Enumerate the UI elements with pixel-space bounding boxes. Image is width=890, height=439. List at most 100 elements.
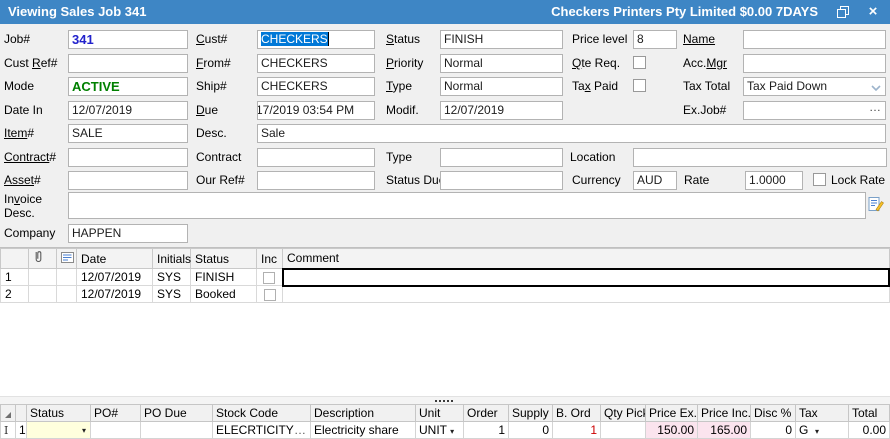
account-summary: Checkers Printers Pty Limited $0.00 7DAY… [551,4,818,19]
cust-field[interactable]: CHECKERS [257,30,375,49]
item-po-due[interactable] [141,422,213,439]
company-field[interactable]: HAPPEN [68,224,188,243]
items-header-price-ex[interactable]: Price Ex. [646,405,698,422]
items-header-tax[interactable]: Tax [796,405,849,422]
note-comment[interactable] [283,286,890,303]
items-header-stock-code[interactable]: Stock Code [213,405,311,422]
items-grid: Status PO# PO Due Stock Code Description… [0,404,890,439]
location-field[interactable] [633,148,887,167]
item-unit-dropdown[interactable]: UNIT ▾ [416,422,464,439]
item-stock-code[interactable]: …ELECRTICITY [213,422,311,439]
item-tax-dropdown[interactable]: G ▾ [796,422,849,439]
items-header-b-ord[interactable]: B. Ord [553,405,601,422]
lock-rate-label: Lock Rate [831,173,885,187]
item-status-dropdown[interactable]: ▾ [27,422,91,439]
items-header-total[interactable]: Total [849,405,890,422]
type2-field[interactable] [440,148,563,167]
qte-req-checkbox[interactable] [633,56,646,69]
status-due-field[interactable] [440,171,563,190]
item-field[interactable]: SALE [68,124,188,143]
price-level-field[interactable]: 8 [633,30,677,49]
asset-field[interactable] [68,171,188,190]
edit-note-button[interactable] [868,196,885,216]
notes-row[interactable]: 2 12/07/2019 SYS Booked [1,286,890,303]
contract-no-field[interactable] [68,148,188,167]
type-field[interactable]: Normal [440,77,563,96]
window-title: Viewing Sales Job 341 [8,4,147,19]
item-disc[interactable]: 0 [751,422,796,439]
notes-header-inc[interactable]: Inc [257,249,283,269]
notes-header-status[interactable]: Status [191,249,257,269]
select-all-cell[interactable] [1,405,16,422]
grid-splitter[interactable] [0,396,890,404]
ex-job-field[interactable]: … [743,101,886,120]
note-icon[interactable] [57,249,77,269]
ellipsis-icon[interactable]: … [869,101,882,116]
paperclip-icon[interactable] [29,249,57,269]
ship-field[interactable]: CHECKERS [257,77,375,96]
notes-header-comment[interactable]: Comment [283,249,890,269]
item-po[interactable] [91,422,141,439]
items-header-po[interactable]: PO# [91,405,141,422]
notes-header-date[interactable]: Date [77,249,153,269]
ex-job-label: Ex.Job# [683,103,726,117]
asset-label: Asset# [4,173,41,187]
items-header-po-due[interactable]: PO Due [141,405,213,422]
items-header-qty-pick[interactable]: Qty Pick [601,405,646,422]
items-header-disc[interactable]: Disc % [751,405,796,422]
close-button[interactable]: × [858,0,888,24]
status-label: Status [386,32,420,46]
items-header-price-inc[interactable]: Price Inc. [698,405,751,422]
note-status[interactable]: Booked [191,286,257,303]
cust-ref-field[interactable] [68,54,188,73]
status-due-label: Status Due [386,173,445,187]
item-price-ex[interactable]: 150.00 [646,422,698,439]
item-price-inc[interactable]: 165.00 [698,422,751,439]
note-status[interactable]: FINISH [191,269,257,286]
name-label: Name [683,32,715,46]
items-header-order[interactable]: Order [464,405,509,422]
name-field[interactable] [743,30,886,49]
item-supply[interactable]: 0 [509,422,553,439]
lock-rate-checkbox[interactable] [813,173,826,186]
note-initials[interactable]: SYS [153,286,191,303]
item-description[interactable]: Electricity share [311,422,416,439]
items-header-unit[interactable]: Unit [416,405,464,422]
item-total[interactable]: 0.00 [849,422,890,439]
item-order[interactable]: 1 [464,422,509,439]
acc-mgr-field[interactable] [743,54,886,73]
restore-button[interactable] [828,0,858,24]
note-initials[interactable]: SYS [153,269,191,286]
job-field[interactable]: 341 [68,30,188,49]
rate-field[interactable]: 1.0000 [745,171,803,190]
date-in-field[interactable]: 12/07/2019 [68,101,188,120]
items-header-description[interactable]: Description [311,405,416,422]
notes-header-initials[interactable]: Initials [153,249,191,269]
item-qty-pick[interactable] [601,422,646,439]
invoice-desc-field[interactable] [68,192,866,219]
due-field[interactable]: 17/2019 03:54 PM [257,101,375,120]
note-comment[interactable] [283,269,890,286]
items-header-supply[interactable]: Supply [509,405,553,422]
tax-paid-checkbox[interactable] [633,79,646,92]
priority-field[interactable]: Normal [440,54,563,73]
contract-field[interactable] [257,148,375,167]
desc-field[interactable]: Sale [257,124,886,143]
inc-checkbox[interactable] [264,289,276,301]
status-field[interactable]: FINISH [440,30,563,49]
item-row[interactable]: I 1 ▾ …ELECRTICITY Electricity share UNI… [1,422,890,439]
from-field[interactable]: CHECKERS [257,54,375,73]
item-b-ord[interactable]: 1 [553,422,601,439]
sales-job-window: Viewing Sales Job 341 Checkers Printers … [0,0,890,439]
tax-total-dropdown[interactable]: Tax Paid Down [743,77,886,96]
note-date[interactable]: 12/07/2019 [77,286,153,303]
modif-field[interactable]: 12/07/2019 [440,101,563,120]
items-header-status[interactable]: Status [27,405,91,422]
notes-row[interactable]: 1 12/07/2019 SYS FINISH [1,269,890,286]
type-label: Type [386,79,412,93]
note-date[interactable]: 12/07/2019 [77,269,153,286]
currency-field[interactable]: AUD [633,171,677,190]
ellipsis-icon[interactable]: … [294,423,307,437]
inc-checkbox[interactable] [263,272,275,284]
our-ref-field[interactable] [257,171,375,190]
